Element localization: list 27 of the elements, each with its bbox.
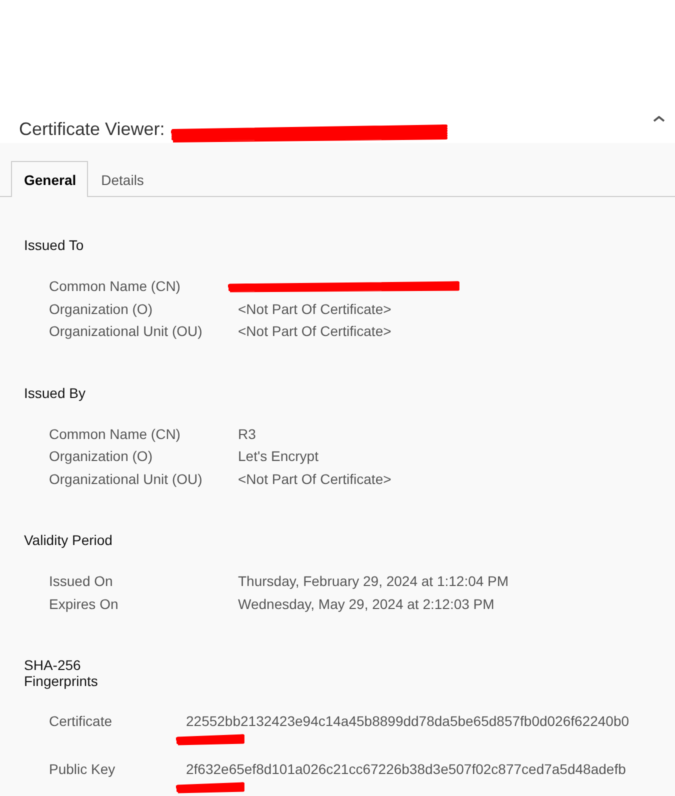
field-label: Organizational Unit (OU) [49, 470, 204, 489]
field-value: <Not Part Of Certificate> [238, 323, 392, 339]
field-value: 2f632e65ef8d101a026c21cc67226b38d3e507f02c877ced7a5d48adefb [186, 761, 626, 777]
field-value: 22552bb2132423e94c14a45b8899dd78da5be65d857fb0d026f62240b0 [186, 713, 630, 729]
close-icon[interactable] [653, 116, 665, 122]
tab[interactable]: Details [88, 161, 156, 197]
field-label: Expires On [49, 594, 120, 614]
field-value: Thursday, February 29, 2024 at 1:12:04 PM [238, 573, 509, 589]
tab[interactable]: General [11, 161, 88, 197]
section-heading: Issued By [24, 384, 86, 400]
field-value: Let's Encrypt [238, 448, 318, 464]
field-value: R3 [238, 426, 256, 442]
section-heading: Validity Period [24, 532, 114, 548]
field-value: Wednesday, May 29, 2024 at 2:12:03 PM [238, 596, 494, 612]
field-label: Issued On [49, 572, 114, 591]
field-value: <Not Part Of Certificate> [238, 470, 392, 486]
field-label: Organization (O) [49, 300, 154, 319]
field-label: Common Name (CN) [49, 424, 182, 444]
field-value: <Not Part Of Certificate> [238, 300, 392, 316]
section-heading: Issued To [24, 237, 85, 253]
section-heading: SHA-256 Fingerprints [24, 657, 99, 689]
window-title: Certificate Viewer: [19, 118, 165, 141]
field-label: Common Name (CN) [49, 277, 182, 296]
field-label: Organization (O) [49, 447, 154, 466]
field-label: Public Key [49, 760, 116, 779]
field-label: Certificate [49, 712, 114, 731]
field-label: Organizational Unit (OU) [49, 322, 204, 341]
